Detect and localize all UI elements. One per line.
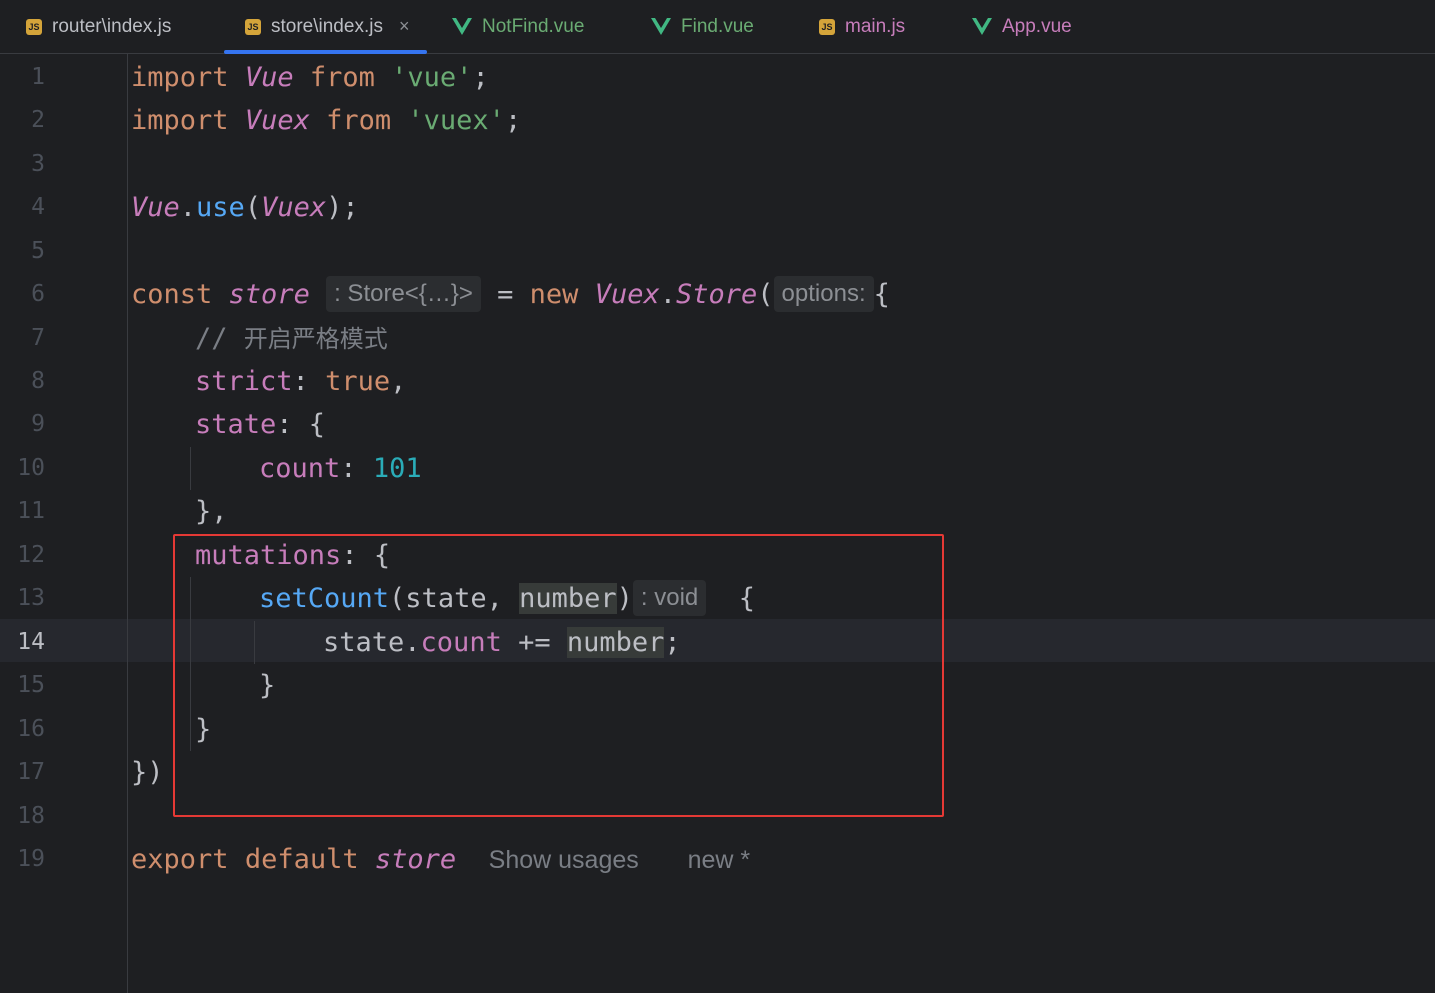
code-line-9: state: { [195,409,326,440]
line-number: 4 [31,194,45,220]
author-inlay-hint: new * [687,846,751,874]
javascript-file-icon: JS [819,18,835,35]
line-number: 3 [31,151,45,177]
line-number: 5 [31,238,45,264]
code-line-7-comment: // 开启严格模式 [195,323,388,354]
tab-main-js[interactable]: JS main.js [819,0,905,53]
javascript-file-icon: JS [245,18,261,35]
code-line-11: }, [195,496,228,527]
tab-app-vue[interactable]: App.vue [972,0,1072,53]
code-editor[interactable]: 1 2 3 4 5 6 7 8 9 10 11 12 13 14 15 16 1… [0,54,1435,993]
vue-file-icon [651,17,671,35]
line-number: 10 [17,455,45,481]
tab-router-index-js[interactable]: JS router\index.js [26,0,171,53]
line-number: 16 [17,716,45,742]
close-tab-icon[interactable]: × [399,16,410,37]
tab-label: store\index.js [271,15,383,37]
indent-guide [190,447,191,490]
line-number: 12 [17,542,45,568]
vue-file-icon [972,17,992,35]
tab-store-index-js[interactable]: JS store\index.js × [224,0,428,54]
code-line-19: export default store Show usages new * [131,844,751,875]
tab-label: NotFind.vue [482,15,585,37]
line-number: 8 [31,368,45,394]
tab-notfind-vue[interactable]: NotFind.vue [452,0,584,53]
line-number: 9 [31,411,45,437]
line-number: 1 [31,64,45,90]
line-number: 18 [17,803,45,829]
line-number: 11 [17,498,45,524]
line-number: 13 [17,585,45,611]
tab-label: Find.vue [681,15,754,37]
tab-label: router\index.js [52,15,172,37]
code-line-10: count: 101 [259,453,422,484]
vue-file-icon [452,17,472,35]
annotation-highlight-box [173,534,944,817]
line-number: 7 [31,325,45,351]
line-number: 17 [17,759,45,785]
code-line-4: Vue.use(Vuex); [131,192,359,223]
code-line-1: import Vue from 'vue'; [131,62,489,93]
show-usages-link[interactable]: Show usages [489,846,639,874]
line-number-gutter: 1 2 3 4 5 6 7 8 9 10 11 12 13 14 15 16 1… [0,54,128,993]
parameter-inlay-hint: options: [773,276,874,312]
code-line-2: import Vuex from 'vuex'; [131,105,522,136]
type-inlay-hint: : Store<{…}> [326,276,481,312]
tab-label: main.js [845,15,906,37]
line-number-current: 14 [17,629,45,655]
line-number: 15 [17,672,45,698]
editor-tab-bar: JS router\index.js JS store\index.js × N… [0,0,1435,54]
code-line-8: strict: true, [195,366,407,397]
line-number: 6 [31,281,45,307]
javascript-file-icon: JS [26,18,42,35]
tab-find-vue[interactable]: Find.vue [651,0,754,53]
tab-label: App.vue [1002,15,1072,37]
line-number: 19 [17,846,45,872]
line-number: 2 [31,107,45,133]
code-line-6: const store : Store<{…}> = new Vuex.Stor… [131,273,890,316]
code-line-17: }) [131,757,164,788]
